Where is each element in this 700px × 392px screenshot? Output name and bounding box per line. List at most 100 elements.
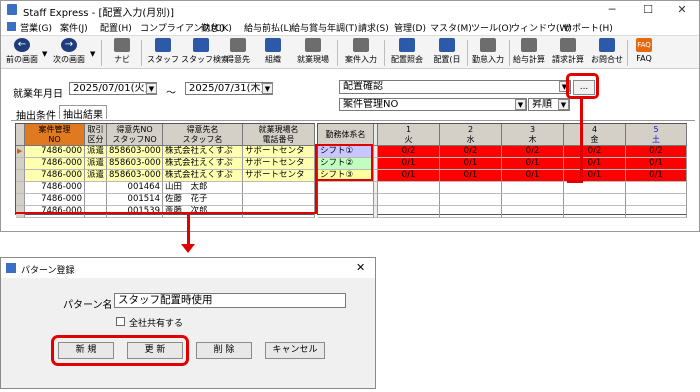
cell-day-value[interactable] [502, 182, 564, 194]
row-indicator[interactable] [16, 170, 25, 182]
close-icon[interactable]: ✕ [665, 1, 699, 19]
date-to-dropdown-icon[interactable]: ▼ [262, 83, 273, 94]
project-input-button[interactable]: 案件入力 [341, 38, 381, 65]
date-from-input[interactable]: 2025/07/01(火) [69, 82, 157, 95]
cell-day-value[interactable] [440, 194, 502, 206]
cell-project-no[interactable]: 7486-000 [25, 158, 85, 170]
cell-day-value[interactable] [502, 194, 564, 206]
cell-name[interactable]: 斎藤 次郎 [163, 206, 243, 218]
cell-trade-type[interactable] [85, 206, 107, 218]
cell-trade-type[interactable]: 派遣 [85, 158, 107, 170]
cell-day-value[interactable]: 0/2 [626, 146, 687, 158]
cell-day-value[interactable] [626, 206, 687, 218]
cell-day-value[interactable] [502, 206, 564, 218]
sort-field-dropdown-icon[interactable]: ▼ [515, 99, 526, 110]
cell-day-value[interactable]: 0/2 [502, 146, 564, 158]
header-site-phone[interactable]: 就業現場名 電話番号 [243, 124, 315, 146]
date-from-dropdown-icon[interactable]: ▼ [146, 83, 157, 94]
cancel-button[interactable]: キャンセル [265, 342, 325, 359]
cell-trade-type[interactable]: 派遣 [85, 170, 107, 182]
cell-shift[interactable] [318, 194, 374, 206]
row-indicator[interactable] [16, 206, 25, 218]
cell-day-value[interactable] [440, 206, 502, 218]
header-customer-staff-name[interactable]: 得意先名 スタッフ名 [163, 124, 243, 146]
cell-shift[interactable] [318, 182, 374, 194]
inquiry-button[interactable]: お問合せ [589, 38, 625, 65]
cell-code[interactable]: 001514 [107, 194, 163, 206]
cell-day-value[interactable] [626, 194, 687, 206]
cell-project-no[interactable]: 7486-000 [25, 206, 85, 218]
cell-day-value[interactable] [564, 206, 626, 218]
dialog-close-icon[interactable]: ✕ [356, 261, 365, 274]
cell-site[interactable]: サポートセンタ [243, 170, 315, 182]
cell-site[interactable] [243, 206, 315, 218]
staff-search-button[interactable]: スタッフ検索 [181, 38, 229, 65]
date-to-input[interactable]: 2025/07/31(木) [185, 82, 273, 95]
menu-advance[interactable]: 給与前払(L) [244, 21, 292, 34]
organization-button[interactable]: 組織 [258, 38, 288, 65]
pattern-name-input[interactable]: スタッフ配置時使用 [114, 293, 346, 308]
back-dropdown-icon[interactable]: ▼ [42, 50, 47, 58]
cell-name[interactable]: 株式会社えくすぷ [163, 146, 243, 158]
cell-day-value[interactable] [378, 182, 440, 194]
menu-billing[interactable]: 請求(S) [358, 21, 389, 34]
cell-day-value[interactable]: 0/2 [440, 146, 502, 158]
cell-day-value[interactable] [378, 206, 440, 218]
row-indicator[interactable] [16, 158, 25, 170]
cell-site[interactable] [243, 182, 315, 194]
cell-day-value[interactable]: 0/1 [440, 158, 502, 170]
staff-button[interactable]: スタッフ [146, 38, 180, 65]
cell-day-value[interactable]: 0/2 [564, 146, 626, 158]
cell-code[interactable]: 001539 [107, 206, 163, 218]
customer-button[interactable]: 得意先 [223, 38, 253, 65]
tab-conditions[interactable]: 抽出条件 [13, 107, 59, 122]
assign-inquiry-button[interactable]: 配置照会 [387, 38, 427, 65]
cell-day-value[interactable] [564, 182, 626, 194]
billing-calc-button[interactable]: 請求計算 [550, 38, 586, 65]
cell-trade-type[interactable] [85, 182, 107, 194]
back-button[interactable]: ← 前の画面 [3, 38, 41, 65]
header-project-no[interactable]: 案件管理 NO [25, 124, 85, 146]
cell-project-no[interactable]: 7486-000 [25, 170, 85, 182]
menu-master[interactable]: マスタ(M) [430, 21, 472, 34]
maximize-icon[interactable]: ☐ [631, 1, 665, 19]
sort-order-dropdown-icon[interactable]: ▼ [558, 99, 569, 110]
payroll-calc-button[interactable]: 給与計算 [511, 38, 547, 65]
cell-day-value[interactable]: 0/1 [564, 158, 626, 170]
header-day-2[interactable]: 2水 [440, 124, 502, 146]
cell-name[interactable]: 山田 太郎 [163, 182, 243, 194]
cell-day-value[interactable] [564, 194, 626, 206]
cell-site[interactable] [243, 194, 315, 206]
cell-code[interactable]: 858603-000 [107, 146, 163, 158]
cell-project-no[interactable]: 7486-000 [25, 146, 85, 158]
cell-code[interactable]: 001464 [107, 182, 163, 194]
tab-results[interactable]: 抽出結果 [59, 105, 107, 121]
header-day-1[interactable]: 1火 [378, 124, 440, 146]
header-shift-name[interactable]: 勤務体系名 [318, 124, 374, 146]
row-indicator[interactable] [16, 194, 25, 206]
header-customer-staff-no[interactable]: 得意先NO スタッフNO [107, 124, 163, 146]
header-day-4[interactable]: 4金 [564, 124, 626, 146]
app-menu-icon[interactable] [7, 22, 16, 31]
cell-project-no[interactable]: 7486-000 [25, 182, 85, 194]
cell-day-value[interactable]: 0/1 [378, 170, 440, 182]
attendance-input-button[interactable]: 勤怠入力 [469, 38, 507, 65]
header-day-5[interactable]: 5土 [626, 124, 687, 146]
minimize-icon[interactable]: ─ [595, 1, 629, 19]
cell-day-value[interactable]: 0/1 [502, 158, 564, 170]
cell-day-value[interactable] [626, 182, 687, 194]
cell-day-value[interactable]: 0/2 [378, 146, 440, 158]
cell-name[interactable]: 株式会社えくすぷ [163, 170, 243, 182]
forward-dropdown-icon[interactable]: ▼ [90, 50, 95, 58]
sort-field-select[interactable]: 案件管理NO [339, 98, 527, 111]
row-indicator[interactable]: ▶ [16, 146, 25, 158]
header-day-3[interactable]: 3木 [502, 124, 564, 146]
worksite-button[interactable]: 就業現場 [293, 38, 333, 65]
menu-tools[interactable]: ツール(O) [471, 21, 512, 34]
menu-project[interactable]: 案件(J) [60, 21, 88, 34]
pattern-select[interactable]: 配置確認 [339, 80, 571, 94]
cell-day-value[interactable]: 0/1 [378, 158, 440, 170]
delete-button[interactable]: 削 除 [196, 342, 252, 359]
cell-name[interactable]: 佐藤 花子 [163, 194, 243, 206]
cell-site[interactable]: サポートセンタ [243, 158, 315, 170]
